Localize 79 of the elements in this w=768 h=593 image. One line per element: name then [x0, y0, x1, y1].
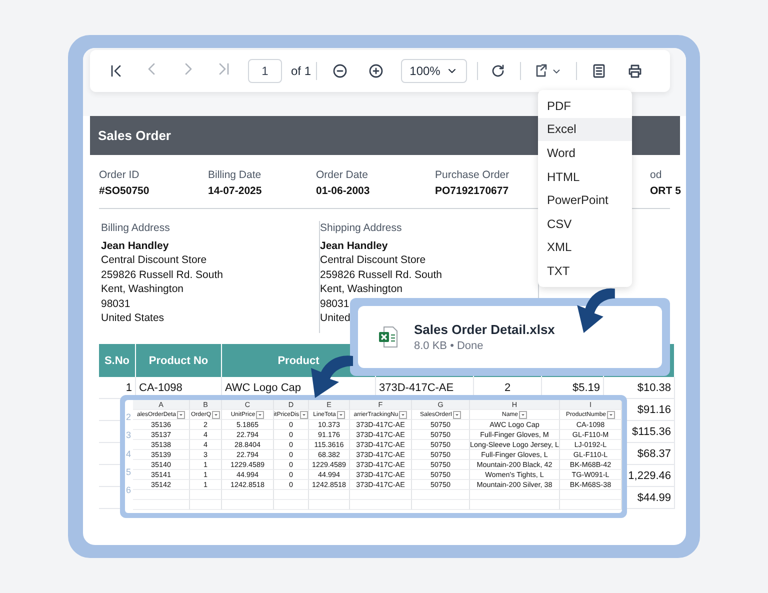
page-count: of 1 [291, 64, 312, 78]
field-value: #SO50750 [99, 185, 150, 197]
file-name: Sales Order Detail.xlsx [414, 322, 555, 337]
address-label: Shipping Address [320, 221, 402, 236]
row-number: 4 [126, 448, 132, 458]
address-line: United States [101, 311, 166, 326]
filter-icon[interactable] [336, 410, 345, 418]
filter-icon[interactable] [300, 410, 308, 418]
table-cell: 1 [126, 382, 132, 394]
table-cell: AWC Logo Cap [225, 382, 302, 394]
table-cell: $44.99 [637, 492, 671, 504]
field-label: Order Date [316, 169, 368, 181]
empty-sheet-cell [274, 500, 309, 510]
table-cell: $115.36 [632, 426, 671, 438]
empty-sheet-cell [309, 500, 350, 510]
menu-item[interactable]: Excel [538, 118, 632, 142]
empty-sheet-cell [222, 500, 274, 510]
empty-sheet-cell [190, 500, 222, 510]
zoom-out-icon[interactable] [332, 63, 348, 79]
print-icon[interactable] [627, 63, 644, 79]
row-number: 6 [126, 485, 132, 495]
document-icon[interactable] [591, 63, 608, 79]
column-header: S.No [99, 344, 136, 377]
filter-icon[interactable] [399, 410, 408, 418]
table-cell: $5.19 [572, 382, 600, 394]
address-line: Central Discount Store [320, 253, 427, 268]
field-value: ORT 5 [650, 185, 681, 197]
empty-sheet-cell [560, 500, 622, 510]
row-number: 3 [126, 430, 132, 440]
field-value: 01-06-2003 [316, 185, 370, 197]
zoom-dropdown[interactable]: 100% [401, 59, 468, 83]
empty-sheet-cell [133, 500, 190, 510]
filter-icon[interactable] [607, 410, 616, 418]
field-value: PO7192170677 [435, 185, 509, 197]
filter-icon[interactable] [453, 410, 461, 418]
field-value: 14-07-2025 [208, 185, 262, 197]
address-line: 98031 [320, 296, 350, 311]
zoom-in-icon[interactable] [368, 63, 384, 79]
filter-icon[interactable] [177, 410, 186, 418]
page-field[interactable]: 1 [248, 59, 282, 83]
curved-arrow [577, 288, 615, 333]
table-cell: 1,229.46 [628, 470, 671, 482]
field-label: Billing Date [208, 169, 262, 181]
address-line: United [320, 311, 352, 326]
row-number: 2 [126, 412, 132, 422]
address-line: Kent, Washington [101, 282, 184, 296]
filter-icon[interactable] [212, 410, 220, 418]
customer-name: Jean Handley [101, 238, 170, 253]
address-line: 259826 Russell Rd. South [101, 268, 224, 282]
filter-icon[interactable] [256, 410, 264, 418]
row-number: 5 [126, 466, 132, 477]
address-line: Central Discount Store [101, 253, 208, 268]
field-label: Order ID [99, 169, 140, 181]
menu-item[interactable]: XML [538, 236, 632, 260]
address-label: Billing Address [101, 221, 170, 236]
empty-sheet-cell [350, 500, 412, 510]
menu-item[interactable]: TXT [538, 259, 632, 283]
address-line: Kent, Washington [320, 282, 404, 296]
table-cell: $91.16 [637, 404, 671, 416]
menu-item[interactable]: PowerPoint [538, 188, 632, 212]
spreadsheet-file-icon [378, 326, 398, 348]
column-header: Product No [136, 344, 222, 377]
menu-item[interactable]: PDF [538, 94, 632, 118]
refresh-icon[interactable] [490, 63, 506, 79]
empty-sheet-cell [412, 500, 470, 510]
address-line: 98031 [101, 296, 132, 311]
menu-item[interactable]: CSV [538, 212, 632, 236]
table-cell: CA-1098 [139, 382, 182, 394]
download-status: 8.0 KB • Done [414, 340, 484, 352]
customer-name: Jean Handley [320, 238, 389, 253]
table-cell: 2 [504, 382, 511, 394]
address-line: 259826 Russell Rd. South [320, 268, 443, 282]
table-cell: $68.37 [637, 448, 671, 460]
field-label: od [650, 169, 662, 181]
menu-item[interactable]: HTML [538, 164, 632, 188]
field-label: Purchase Order [435, 169, 510, 181]
filter-icon[interactable] [519, 410, 527, 418]
table-cell: $10.38 [637, 382, 671, 394]
table-cell: 373D-417C-AE [379, 382, 454, 394]
